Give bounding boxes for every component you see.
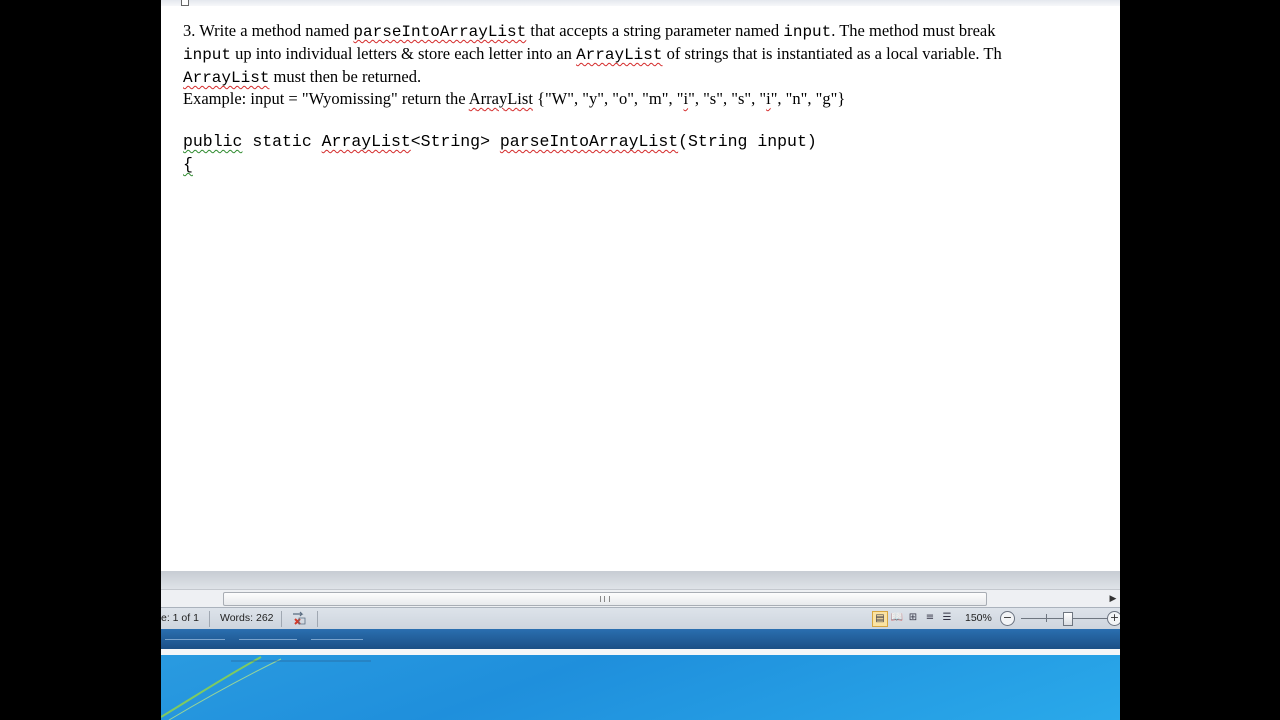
text-run: 3. Write a method named <box>183 21 354 40</box>
print-layout-icon[interactable]: ▤ <box>872 611 888 627</box>
taskbar <box>161 629 1120 649</box>
method-name-inline: parseIntoArrayList <box>353 23 527 41</box>
divider <box>281 611 282 627</box>
word-window: 3. Write a method named parseIntoArrayLi… <box>161 0 1120 720</box>
taskbar-ghost-item <box>165 631 225 640</box>
zoom-level[interactable]: 150% <box>965 612 992 624</box>
zoom-out-icon[interactable]: − <box>1000 611 1015 626</box>
page-top-edge <box>161 0 1120 6</box>
code-text: static <box>242 132 322 151</box>
page-bottom-shadow <box>161 571 1120 589</box>
code-text: <String> <box>410 132 500 151</box>
zoom-slider-midmark <box>1046 614 1047 622</box>
taskbar-ghost-item <box>239 631 297 640</box>
draft-icon[interactable]: ☰ <box>940 611 954 625</box>
text-run: that accepts a string parameter named <box>526 21 784 40</box>
zoom-slider-thumb[interactable] <box>1063 612 1073 626</box>
example-list: ", "n", "g"} <box>770 89 846 108</box>
example-line: Example: input = "Wyomissing" return the… <box>183 89 845 109</box>
zoom-in-icon[interactable]: + <box>1107 611 1120 626</box>
page-count[interactable]: e: 1 of 1 <box>161 612 199 624</box>
example-prefix: Example: input = "Wyomissing" return the <box>183 89 469 108</box>
full-screen-reading-icon[interactable]: 📖 <box>890 611 904 625</box>
code-open-brace: { <box>183 155 193 174</box>
code-brace-line: { <box>183 155 193 175</box>
paragraph-line-1: 3. Write a method named parseIntoArrayLi… <box>183 21 995 42</box>
document-page[interactable]: 3. Write a method named parseIntoArrayLi… <box>161 0 1120 571</box>
taskbar-ghost-item <box>311 631 363 640</box>
code-signature-line: public static ArrayList<String> parseInt… <box>183 132 817 152</box>
scroll-right-arrow-icon[interactable]: ▶ <box>1106 591 1120 607</box>
code-params: (String input) <box>678 132 817 151</box>
proofing-error-icon[interactable] <box>291 610 307 626</box>
paragraph-line-3: ArrayList must then be returned. <box>183 67 421 88</box>
web-layout-icon[interactable]: ⊞ <box>906 611 920 625</box>
word-count[interactable]: Words: 262 <box>220 612 274 624</box>
text-run: up into individual letters & store each … <box>231 44 577 63</box>
paragraph-line-2: input up into individual letters & store… <box>183 44 1002 65</box>
divider <box>209 611 210 627</box>
example-list: {"W", "y", "o", "m", " <box>532 89 684 108</box>
type-name-inline: ArrayList <box>183 69 270 87</box>
example-type: ArrayList <box>468 89 533 108</box>
desktop-background <box>161 649 1120 720</box>
desktop-wallpaper-swoosh <box>161 656 371 720</box>
type-name-inline: ArrayList <box>576 46 663 64</box>
top-margin-marker <box>181 0 189 6</box>
divider <box>317 611 318 627</box>
code-method-name: parseIntoArrayList <box>499 132 679 151</box>
code-keyword: public <box>183 132 243 151</box>
code-return-type: ArrayList <box>321 132 411 151</box>
text-run: . The method must break <box>831 21 996 40</box>
example-list: ", "s", "s", " <box>688 89 767 108</box>
outline-icon[interactable]: ≡ <box>923 611 937 625</box>
grip-icon <box>600 596 610 602</box>
param-name-inline: input <box>783 23 832 41</box>
status-bar: e: 1 of 1 Words: 262 ▤ 📖 ⊞ ≡ ☰ 150% − + <box>161 607 1120 630</box>
text-run: of strings that is instantiated as a loc… <box>662 44 1002 63</box>
text-run: must then be returned. <box>269 67 422 86</box>
param-name-inline: input <box>183 46 232 64</box>
horizontal-scrollbar[interactable]: ▶ <box>161 589 1120 608</box>
scrollbar-thumb[interactable] <box>223 592 987 606</box>
